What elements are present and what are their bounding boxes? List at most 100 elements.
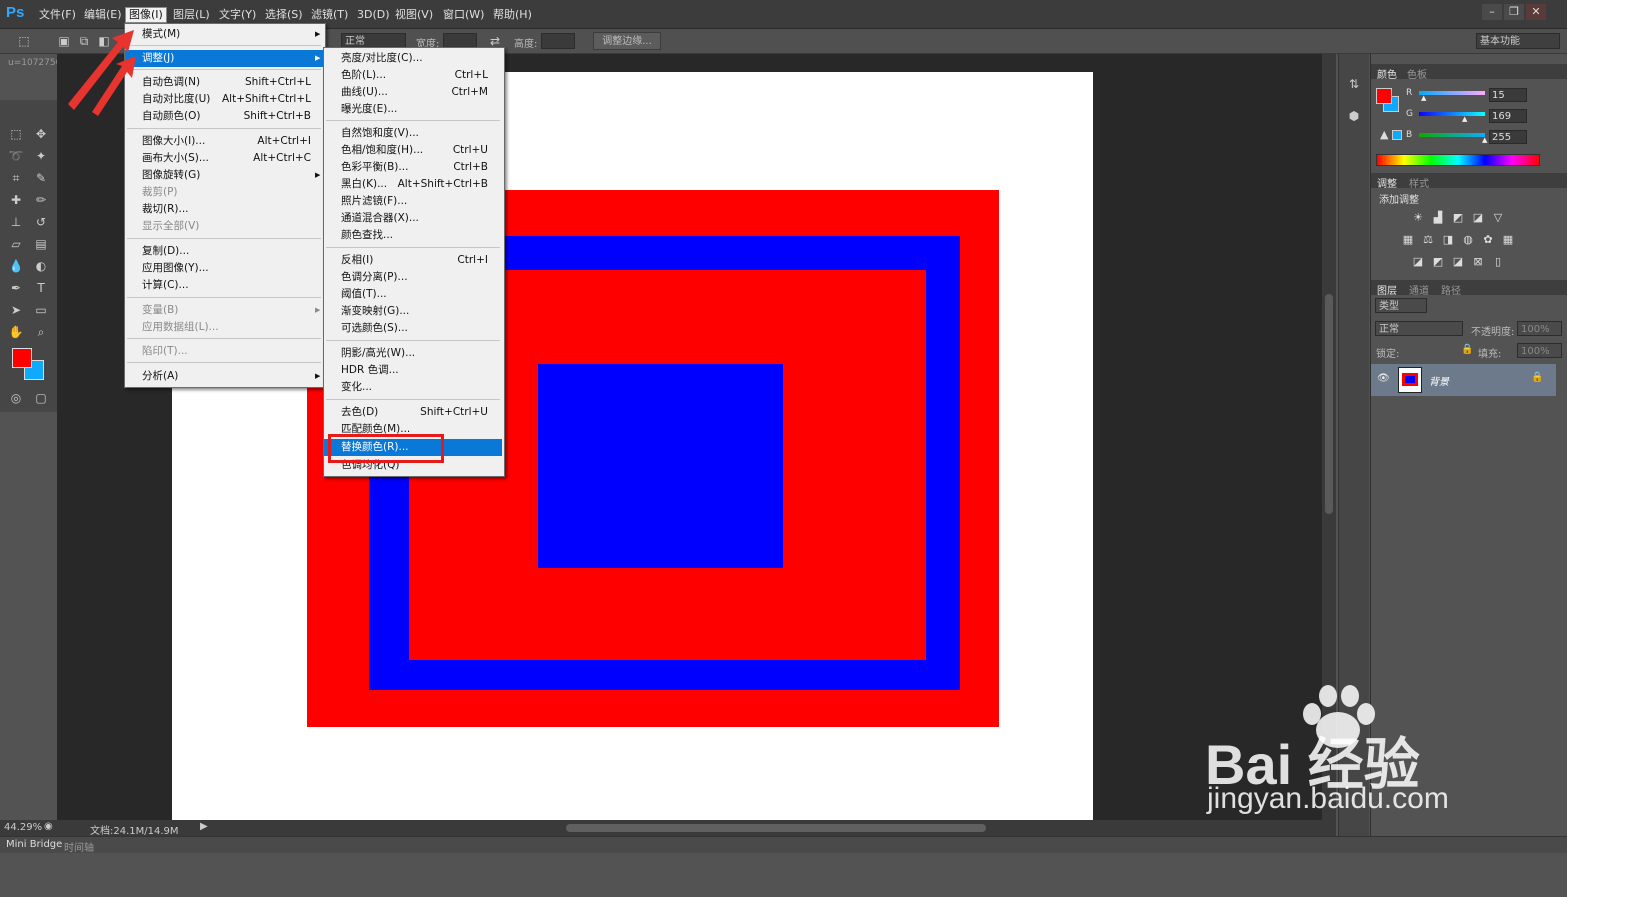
channel-g-thumb-icon[interactable]: ▲ bbox=[1462, 115, 1467, 123]
channel-g-slider[interactable] bbox=[1419, 112, 1485, 116]
image-menu-item[interactable]: 显示全部(V) bbox=[125, 218, 323, 235]
adjust-menu-item[interactable]: 色调分离(P)... bbox=[324, 269, 502, 286]
marquee-preset-icon[interactable]: ⬚ bbox=[14, 31, 34, 51]
adjust-menu-item[interactable]: 色阶(L)... Ctrl+L bbox=[324, 67, 502, 84]
image-menu-item[interactable]: 应用数据组(L)... bbox=[125, 319, 323, 336]
vertical-scroll-thumb[interactable] bbox=[1325, 294, 1333, 514]
lock-all-icon[interactable]: 🔒 bbox=[1461, 344, 1473, 355]
tab-styles[interactable]: 样式 bbox=[1409, 175, 1429, 190]
layer-filter-select[interactable]: 类型 bbox=[1375, 298, 1427, 313]
image-menu-item[interactable]: 图像大小(I)... Alt+Ctrl+I bbox=[125, 133, 323, 150]
pen-tool-icon[interactable]: ✒ bbox=[6, 278, 26, 298]
image-menu-item[interactable]: 复制(D)... bbox=[125, 243, 323, 260]
selective-color-adj-icon[interactable]: ⊠ bbox=[1471, 256, 1485, 268]
adjust-menu-item[interactable]: 色彩平衡(B)... Ctrl+B bbox=[324, 159, 502, 176]
status-info-icon[interactable]: ◉ bbox=[44, 821, 53, 832]
gradient-map-adj-icon[interactable]: ▯ bbox=[1491, 256, 1505, 268]
menu-window[interactable]: 窗口(W) bbox=[440, 8, 487, 22]
image-menu-item[interactable]: 自动颜色(O) Shift+Ctrl+B bbox=[125, 108, 323, 125]
tab-channels[interactable]: 通道 bbox=[1409, 282, 1429, 297]
channel-r-input[interactable]: 15 bbox=[1489, 88, 1527, 102]
curves-adj-icon[interactable]: ◩ bbox=[1451, 212, 1465, 224]
adjust-menu-item[interactable]: 通道混合器(X)... bbox=[324, 210, 502, 227]
channel-r-slider[interactable] bbox=[1419, 91, 1485, 95]
tab-swatches[interactable]: 色板 bbox=[1407, 66, 1427, 81]
magic-wand-icon[interactable]: ✦ bbox=[31, 146, 51, 166]
menu-3d[interactable]: 3D(D) bbox=[354, 8, 393, 22]
image-menu-item[interactable]: 模式(M) ▶ bbox=[125, 26, 323, 43]
color-balance-adj-icon[interactable]: ⚖ bbox=[1421, 234, 1435, 246]
move-tool-icon[interactable]: ✥ bbox=[31, 124, 51, 144]
blur-tool-icon[interactable]: 💧 bbox=[6, 256, 26, 276]
minimize-button[interactable]: – bbox=[1482, 4, 1502, 20]
workspace-select[interactable]: 基本功能 bbox=[1476, 33, 1560, 49]
web-safe-swatch[interactable] bbox=[1392, 130, 1402, 140]
image-menu-item[interactable]: 计算(C)... bbox=[125, 277, 323, 294]
gamut-warning-icon[interactable]: ▲ bbox=[1380, 128, 1388, 141]
path-select-icon[interactable]: ➤ bbox=[6, 300, 26, 320]
zoom-tool-icon[interactable]: ⌕ bbox=[31, 322, 51, 342]
zoom-level[interactable]: 44.29% bbox=[4, 822, 42, 833]
adjust-menu-item[interactable]: 变化... bbox=[324, 379, 502, 396]
adjust-menu-item[interactable]: 去色(D) Shift+Ctrl+U bbox=[324, 404, 502, 421]
image-menu-item[interactable]: 自动色调(N) Shift+Ctrl+L bbox=[125, 74, 323, 91]
screen-mode-icon[interactable]: ▢ bbox=[31, 388, 51, 408]
channel-mixer-adj-icon[interactable]: ✿ bbox=[1481, 234, 1495, 246]
opacity-input[interactable]: 100% bbox=[1517, 321, 1562, 336]
menu-view[interactable]: 视图(V) bbox=[392, 8, 436, 22]
blend-mode-select[interactable]: 正常 bbox=[1375, 321, 1463, 336]
menu-filter[interactable]: 滤镜(T) bbox=[308, 8, 351, 22]
quick-mask-icon[interactable]: ◎ bbox=[6, 388, 26, 408]
adjust-menu-item[interactable]: 可选颜色(S)... bbox=[324, 320, 502, 337]
history-panel-icon[interactable]: ⇅ bbox=[1344, 74, 1364, 94]
adjust-menu-item[interactable]: 阈值(T)... bbox=[324, 286, 502, 303]
black-white-adj-icon[interactable]: ◨ bbox=[1441, 234, 1455, 246]
color-lookup-adj-icon[interactable]: ▦ bbox=[1501, 234, 1515, 246]
adjust-menu-item[interactable]: 阴影/高光(W)... bbox=[324, 345, 502, 362]
menu-select[interactable]: 选择(S) bbox=[262, 8, 306, 22]
eraser-tool-icon[interactable]: ▱ bbox=[6, 234, 26, 254]
adjust-menu-item[interactable]: 自然饱和度(V)... bbox=[324, 125, 502, 142]
adjust-menu-item[interactable]: 颜色查找... bbox=[324, 227, 502, 244]
image-menu-item[interactable]: 分析(A) ▶ bbox=[125, 368, 323, 385]
marquee-tool-icon[interactable]: ⬚ bbox=[6, 124, 26, 144]
image-menu-item[interactable]: 应用图像(Y)... bbox=[125, 260, 323, 277]
restore-button[interactable]: ❐ bbox=[1504, 4, 1524, 20]
shape-tool-icon[interactable]: ▭ bbox=[31, 300, 51, 320]
tab-layers[interactable]: 图层 bbox=[1377, 282, 1397, 297]
crop-tool-icon[interactable]: ⌗ bbox=[6, 168, 26, 188]
image-menu-item[interactable]: 画布大小(S)... Alt+Ctrl+C bbox=[125, 150, 323, 167]
foreground-color-swatch[interactable] bbox=[12, 348, 32, 368]
lasso-tool-icon[interactable]: ➰ bbox=[6, 146, 26, 166]
photo-filter-adj-icon[interactable]: ◍ bbox=[1461, 234, 1475, 246]
image-menu-item[interactable]: 自动对比度(U) Alt+Shift+Ctrl+L bbox=[125, 91, 323, 108]
tab-mini-bridge[interactable]: Mini Bridge bbox=[6, 839, 62, 850]
adjust-menu-item[interactable]: 亮度/对比度(C)... bbox=[324, 50, 502, 67]
hand-tool-icon[interactable]: ✋ bbox=[6, 322, 26, 342]
adjust-menu-item[interactable]: 曲线(U)... Ctrl+M bbox=[324, 84, 502, 101]
layer-row-background[interactable]: 👁 背景 🔒 bbox=[1371, 364, 1556, 396]
height-input[interactable] bbox=[541, 33, 575, 49]
history-brush-icon[interactable]: ↺ bbox=[31, 212, 51, 232]
invert-adj-icon[interactable]: ◪ bbox=[1411, 256, 1425, 268]
gradient-tool-icon[interactable]: ▤ bbox=[31, 234, 51, 254]
channel-b-thumb-icon[interactable]: ▲ bbox=[1482, 136, 1487, 144]
refine-edge-button[interactable]: 调整边缘... bbox=[593, 32, 661, 50]
color-foreground-swatch[interactable] bbox=[1376, 88, 1392, 104]
tab-paths[interactable]: 路径 bbox=[1441, 282, 1461, 297]
status-menu-arrow-icon[interactable]: ▶ bbox=[200, 821, 208, 832]
exposure-adj-icon[interactable]: ◪ bbox=[1471, 212, 1485, 224]
eyedropper-icon[interactable]: ✎ bbox=[31, 168, 51, 188]
menu-type[interactable]: 文字(Y) bbox=[216, 8, 259, 22]
adjust-menu-item[interactable]: 黑白(K)... Alt+Shift+Ctrl+B bbox=[324, 176, 502, 193]
close-button[interactable]: ✕ bbox=[1526, 4, 1546, 20]
adjust-menu-item[interactable]: 照片滤镜(F)... bbox=[324, 193, 502, 210]
image-menu-item[interactable]: 裁切(R)... bbox=[125, 201, 323, 218]
brightness-adj-icon[interactable]: ☀ bbox=[1411, 212, 1425, 224]
tab-adjustments[interactable]: 调整 bbox=[1377, 175, 1397, 190]
fill-input[interactable]: 100% bbox=[1517, 343, 1562, 358]
adjust-menu-item[interactable]: HDR 色调... bbox=[324, 362, 502, 379]
adjust-menu-item[interactable]: 色相/饱和度(H)... Ctrl+U bbox=[324, 142, 502, 159]
adjust-menu-item[interactable]: 反相(I) Ctrl+I bbox=[324, 252, 502, 269]
hue-sat-adj-icon[interactable]: ▦ bbox=[1401, 234, 1415, 246]
